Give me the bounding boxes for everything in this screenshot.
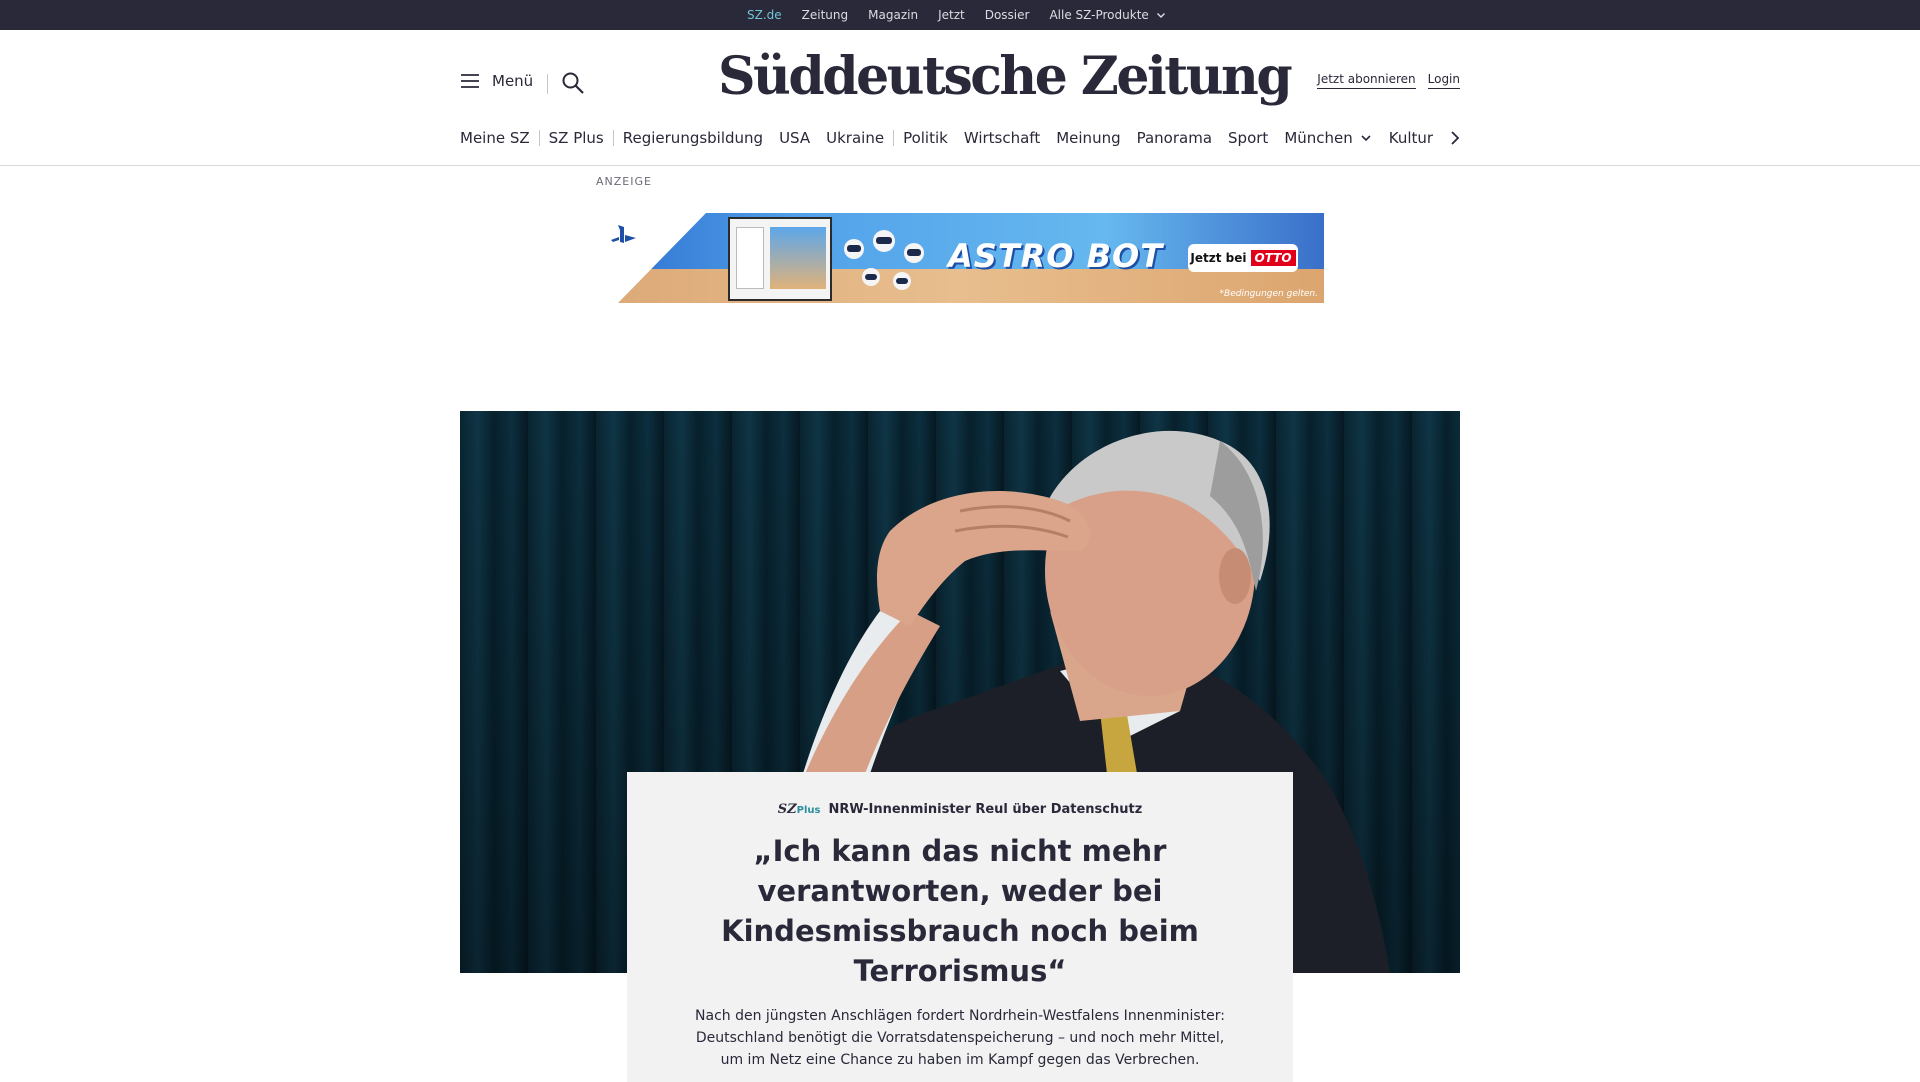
nav-item-sport[interactable]: Sport bbox=[1228, 129, 1268, 147]
product-link-jetzt[interactable]: Jetzt bbox=[938, 8, 965, 22]
nav-item-muenchen[interactable]: München bbox=[1284, 129, 1372, 147]
product-bar: SZ.de Zeitung Magazin Jetzt Dossier Alle… bbox=[0, 0, 1920, 31]
nav-label: Sport bbox=[1228, 129, 1269, 147]
box-art-image bbox=[770, 227, 826, 289]
product-link-all-products[interactable]: Alle SZ-Produkte bbox=[1049, 8, 1166, 22]
nav-item-usa[interactable]: USA bbox=[779, 129, 810, 147]
nav-label: SZ Plus bbox=[548, 129, 604, 147]
product-link-label: Magazin bbox=[868, 8, 919, 22]
nav-divider bbox=[612, 130, 614, 146]
nav-divider bbox=[893, 130, 895, 146]
nav-item-politik[interactable]: Politik bbox=[903, 129, 948, 147]
sz-plus-badge-main: SZ bbox=[777, 802, 797, 817]
product-link-dossier[interactable]: Dossier bbox=[985, 8, 1030, 22]
main-navigation: Meine SZ SZ Plus Regierungsbildung USA U… bbox=[460, 126, 1449, 150]
menu-label: Menü bbox=[492, 72, 534, 90]
ad-cta-brand: OTTO bbox=[1250, 250, 1296, 266]
ad-label: ANZEIGE bbox=[596, 175, 652, 188]
nav-label: Meine SZ bbox=[460, 129, 530, 147]
nav-item-panorama[interactable]: Panorama bbox=[1137, 129, 1212, 147]
ad-cta-label: Jetzt bei bbox=[1190, 251, 1247, 265]
login-link[interactable]: Login bbox=[1427, 72, 1460, 89]
subscribe-link[interactable]: Jetzt abonnieren bbox=[1317, 72, 1416, 89]
nav-label: Politik bbox=[903, 129, 948, 147]
divider bbox=[547, 74, 548, 94]
sz-plus-badge: SZPlus bbox=[778, 802, 821, 817]
nav-label: Panorama bbox=[1136, 129, 1213, 147]
playstation-logo-icon bbox=[611, 225, 636, 243]
product-links: SZ.de Zeitung Magazin Jetzt Dossier Alle… bbox=[747, 0, 1187, 31]
teaser-lead: Nach den jüngsten Anschlägen fordert Nor… bbox=[695, 1008, 1225, 1068]
nav-item-regierungsbildung[interactable]: Regierungsbildung bbox=[623, 129, 763, 147]
kicker-text: NRW-Innenminister Reul über Datenschutz bbox=[828, 802, 1143, 817]
ad-title: ASTRO BOT bbox=[948, 237, 1164, 275]
product-link-label: Jetzt bbox=[938, 8, 965, 22]
ad-fineprint: *Bedingungen gelten. bbox=[1219, 289, 1318, 299]
nav-item-ukraine[interactable]: Ukraine bbox=[826, 129, 884, 147]
teaser-kicker: SZPlus NRW-Innenminister Reul über Daten… bbox=[627, 802, 1293, 817]
nav-label: Ukraine bbox=[826, 129, 885, 147]
robots-image bbox=[844, 230, 924, 290]
nav-label: Kultur bbox=[1388, 129, 1434, 147]
nav-label: Regierungsbildung bbox=[622, 129, 764, 147]
product-link-zeitung[interactable]: Zeitung bbox=[802, 8, 848, 22]
product-link-magazin[interactable]: Magazin bbox=[868, 8, 918, 22]
sz-plus-badge-sub: Plus bbox=[796, 805, 821, 816]
search-icon[interactable] bbox=[560, 70, 586, 96]
nav-item-kultur[interactable]: Kultur bbox=[1389, 129, 1433, 147]
product-link-label: Dossier bbox=[984, 8, 1030, 22]
ad-banner[interactable]: ASTRO BOT Jetzt bei OTTO *Bedingungen ge… bbox=[596, 213, 1324, 303]
site-logo[interactable]: Süddeutsche Zeitung bbox=[718, 46, 1293, 108]
nav-label: USA bbox=[779, 129, 811, 147]
console-image bbox=[736, 227, 764, 289]
product-link-label: Zeitung bbox=[801, 8, 849, 22]
nav-item-wirtschaft[interactable]: Wirtschaft bbox=[964, 129, 1040, 147]
nav-item-sz-plus[interactable]: SZ Plus bbox=[549, 129, 604, 147]
site-header: Menü Süddeutsche Zeitung Jetzt abonniere… bbox=[0, 30, 1920, 166]
nav-item-meinung[interactable]: Meinung bbox=[1056, 129, 1120, 147]
nav-divider bbox=[538, 130, 540, 146]
chevron-down-icon bbox=[1361, 135, 1371, 142]
hamburger-icon bbox=[461, 74, 479, 88]
nav-label: Meinung bbox=[1056, 129, 1121, 147]
ad-cta-button[interactable]: Jetzt bei OTTO bbox=[1188, 244, 1298, 272]
menu-button[interactable]: Menü bbox=[460, 72, 533, 90]
nav-label: München bbox=[1284, 129, 1353, 147]
product-link-label: Alle SZ-Produkte bbox=[1049, 8, 1149, 22]
product-link-label: SZ.de bbox=[747, 8, 782, 22]
nav-label: Wirtschaft bbox=[963, 129, 1041, 147]
teaser-headline[interactable]: „Ich kann das nicht mehr verantworten, w… bbox=[710, 831, 1210, 991]
chevron-down-icon bbox=[1156, 13, 1165, 18]
chevron-right-icon[interactable] bbox=[1446, 129, 1464, 147]
product-link-sz-de[interactable]: SZ.de bbox=[747, 8, 782, 31]
article-teaser[interactable]: SZPlus NRW-Innenminister Reul über Daten… bbox=[627, 772, 1293, 1082]
nav-item-meine-sz[interactable]: Meine SZ bbox=[460, 129, 530, 147]
console-box-image bbox=[728, 217, 832, 301]
account-links: Jetzt abonnieren Login bbox=[1305, 72, 1460, 89]
